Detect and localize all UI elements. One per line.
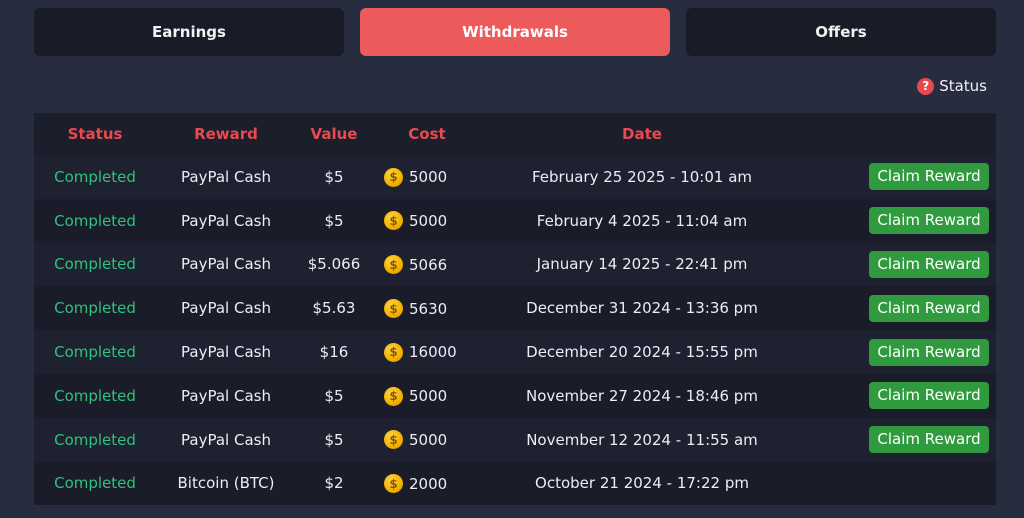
row-action: Claim Reward [802, 198, 996, 243]
claim-reward-button[interactable]: Claim Reward [869, 294, 989, 322]
row-reward: PayPal Cash [156, 330, 296, 374]
row-status: Completed [34, 198, 156, 243]
row-value: $5 [296, 198, 372, 243]
table-row: Completed PayPal Cash $5 $5000 November 12 2… [34, 417, 996, 462]
table-header-row: Status Reward Value Cost Date [34, 113, 996, 155]
coin-icon: $ [384, 430, 403, 450]
coin-icon: $ [384, 255, 403, 275]
coin-icon: $ [384, 386, 403, 406]
claim-reward-button[interactable]: Claim Reward [869, 426, 989, 454]
row-status: Completed [34, 461, 156, 506]
row-cost: $5066 [372, 242, 482, 287]
tab-offers[interactable]: Offers [686, 8, 996, 56]
row-status: Completed [34, 373, 156, 418]
header-action [802, 113, 996, 155]
row-cost-amount: 16000 [409, 343, 457, 362]
table-row: Completed PayPal Cash $5 $5000 November 27 2… [34, 373, 996, 418]
row-action: Claim Reward [802, 417, 996, 462]
status-help-link[interactable]: ? Status [917, 77, 987, 95]
row-cost: $5000 [372, 373, 482, 418]
row-cost-amount: 5066 [409, 255, 448, 274]
header-reward: Reward [156, 113, 296, 155]
row-reward: PayPal Cash [156, 286, 296, 331]
claim-reward-button[interactable]: Claim Reward [869, 207, 989, 235]
row-status: Completed [34, 242, 156, 287]
row-value: $5 [296, 417, 372, 462]
table-row: Completed PayPal Cash $5 $5000 February 4 20… [34, 198, 996, 243]
row-value: $2 [296, 461, 372, 506]
row-cost-amount: 2000 [409, 474, 448, 493]
row-value: $5 [296, 373, 372, 418]
row-date: February 4 2025 - 11:04 am [482, 198, 802, 243]
table-row: Completed PayPal Cash $5 $5000 February 25 2… [34, 155, 996, 199]
row-cost-amount: 5000 [409, 168, 448, 187]
tab-withdrawals[interactable]: Withdrawals [360, 8, 670, 56]
header-value: Value [296, 113, 372, 155]
row-cost: $5000 [372, 417, 482, 462]
row-date: February 25 2025 - 10:01 am [482, 155, 802, 199]
table-row: Completed PayPal Cash $16 $16000 December 20… [34, 330, 996, 374]
row-reward: PayPal Cash [156, 198, 296, 243]
coin-icon: $ [384, 211, 403, 231]
row-status: Completed [34, 155, 156, 199]
header-status: Status [34, 113, 156, 155]
status-help-label: Status [939, 77, 987, 95]
row-reward: PayPal Cash [156, 155, 296, 199]
row-cost-amount: 5630 [409, 299, 448, 318]
row-reward: PayPal Cash [156, 373, 296, 418]
claim-reward-button[interactable]: Claim Reward [869, 338, 989, 366]
row-date: December 31 2024 - 13:36 pm [482, 286, 802, 331]
row-cost: $16000 [372, 330, 482, 374]
table-row: Completed Bitcoin (BTC) $2 $2000 October 21 … [34, 461, 996, 506]
row-action [802, 461, 996, 506]
tab-earnings[interactable]: Earnings [34, 8, 344, 56]
row-action: Claim Reward [802, 330, 996, 374]
row-cost-amount: 5000 [409, 211, 448, 230]
row-date: November 27 2024 - 18:46 pm [482, 373, 802, 418]
withdrawals-table: Status Reward Value Cost Date Completed P… [34, 113, 996, 506]
row-cost: $5000 [372, 198, 482, 243]
row-date: October 21 2024 - 17:22 pm [482, 461, 802, 506]
row-reward: PayPal Cash [156, 242, 296, 287]
row-status: Completed [34, 330, 156, 374]
table-row: Completed PayPal Cash $5.63 $5630 December 3… [34, 286, 996, 331]
row-date: November 12 2024 - 11:55 am [482, 417, 802, 462]
tab-bar: Earnings Withdrawals Offers [34, 8, 996, 56]
row-value: $5.63 [296, 286, 372, 331]
row-reward: Bitcoin (BTC) [156, 461, 296, 506]
header-date: Date [482, 113, 802, 155]
row-value: $5 [296, 155, 372, 199]
row-cost: $2000 [372, 461, 482, 506]
claim-reward-button[interactable]: Claim Reward [869, 382, 989, 410]
row-status: Completed [34, 417, 156, 462]
coin-icon: $ [384, 474, 403, 494]
question-circle-icon: ? [917, 77, 935, 95]
claim-reward-button[interactable]: Claim Reward [869, 163, 989, 191]
row-action: Claim Reward [802, 155, 996, 199]
coin-icon: $ [384, 342, 403, 362]
row-cost: $5630 [372, 286, 482, 331]
row-date: December 20 2024 - 15:55 pm [482, 330, 802, 374]
row-value: $16 [296, 330, 372, 374]
row-reward: PayPal Cash [156, 417, 296, 462]
coin-icon: $ [384, 299, 403, 319]
row-cost-amount: 5000 [409, 387, 448, 406]
header-cost: Cost [372, 113, 482, 155]
row-date: January 14 2025 - 22:41 pm [482, 242, 802, 287]
coin-icon: $ [384, 167, 403, 187]
row-value: $5.066 [296, 242, 372, 287]
table-row: Completed PayPal Cash $5.066 $5066 January 1… [34, 242, 996, 287]
row-action: Claim Reward [802, 242, 996, 287]
row-action: Claim Reward [802, 373, 996, 418]
claim-reward-button[interactable]: Claim Reward [869, 250, 989, 278]
row-status: Completed [34, 286, 156, 331]
row-action: Claim Reward [802, 286, 996, 331]
row-cost-amount: 5000 [409, 430, 448, 449]
row-cost: $5000 [372, 155, 482, 199]
